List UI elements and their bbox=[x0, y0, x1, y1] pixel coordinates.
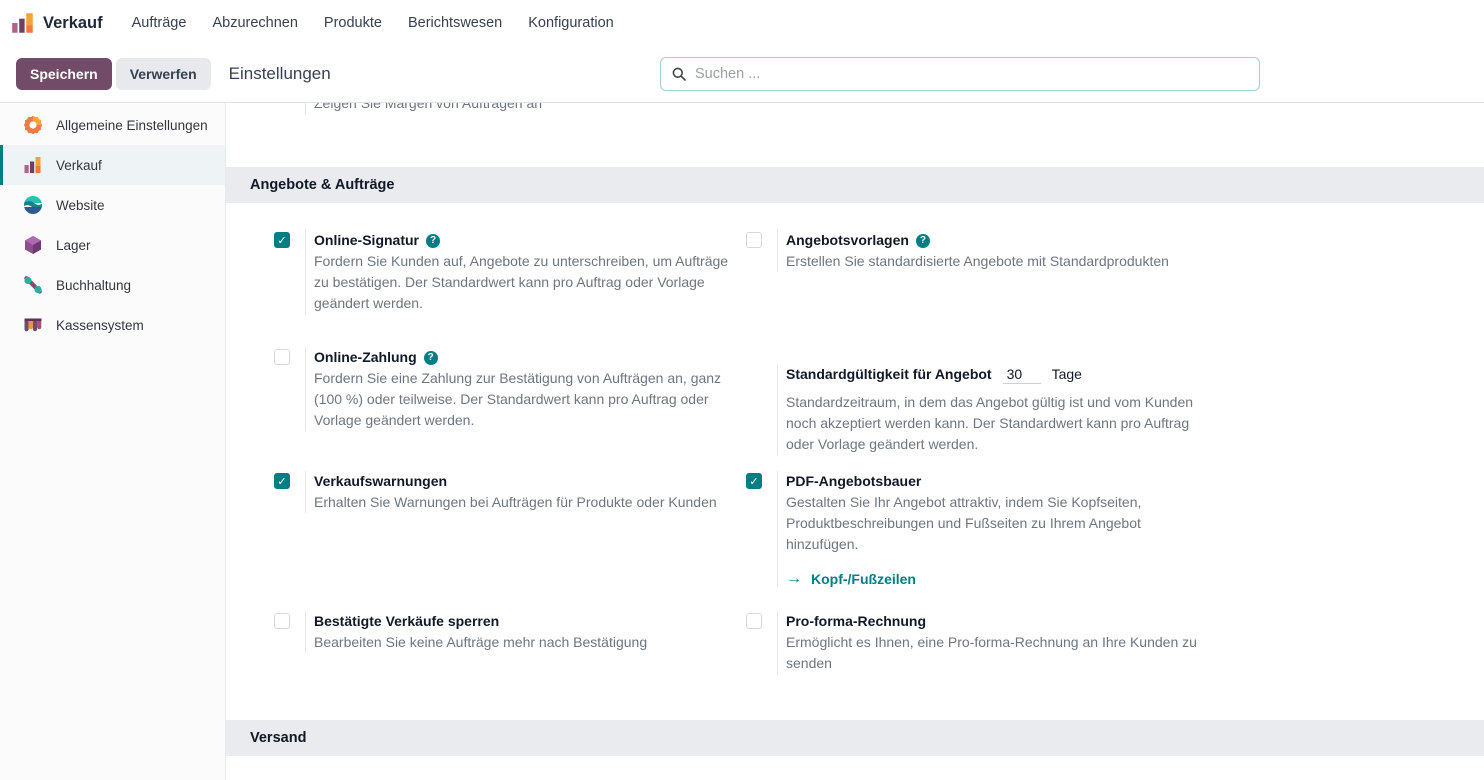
pdf-angebotsbauer-checkbox[interactable]: ✓ bbox=[746, 473, 762, 489]
setting-description: Fordern Sie eine Zahlung zur Bestätigung… bbox=[314, 368, 734, 431]
verkaeufe-sperren-checkbox[interactable]: ✓ bbox=[274, 613, 290, 629]
sidebar-item-buchhaltung[interactable]: Buchhaltung bbox=[0, 265, 225, 305]
sidebar-item-label: Lager bbox=[56, 238, 91, 253]
section-header-angebote-auftraege: Angebote & Aufträge bbox=[226, 167, 1484, 203]
validity-unit-label: Tage bbox=[1052, 364, 1082, 385]
sidebar-item-label: Buchhaltung bbox=[56, 278, 131, 293]
sidebar-item-allgemeine-einstellungen[interactable]: Allgemeine Einstellungen bbox=[0, 105, 225, 145]
nav-item-auftraege[interactable]: Aufträge bbox=[119, 0, 200, 46]
setting-description: Gestalten Sie Ihr Angebot attraktiv, ind… bbox=[786, 492, 1206, 555]
accounting-percent-icon bbox=[23, 275, 43, 295]
general-settings-gear-icon bbox=[23, 115, 43, 135]
settings-grid: ✓ Online-Signatur ? Fordern Sie Kunden a… bbox=[226, 230, 1484, 720]
sidebar-item-label: Verkauf bbox=[56, 158, 102, 173]
nav-item-berichtswesen[interactable]: Berichtswesen bbox=[395, 0, 515, 46]
setting-description: Ermöglicht es Ihnen, eine Pro-forma-Rech… bbox=[786, 632, 1206, 674]
right-arrow-icon: → bbox=[786, 571, 802, 587]
search-icon bbox=[671, 66, 687, 82]
clipped-setting-description: Zeigen Sie Margen von Aufträgen an bbox=[305, 103, 1484, 114]
sidebar-item-kassensystem[interactable]: Kassensystem bbox=[0, 305, 225, 345]
angebotsvorlagen-checkbox[interactable]: ✓ bbox=[746, 232, 762, 248]
setting-pdf-angebotsbauer: ✓ PDF-Angebotsbauer Gestalten Sie Ihr An… bbox=[734, 471, 1206, 611]
save-button[interactable]: Speichern bbox=[16, 58, 112, 90]
top-nav-bar: Verkauf Aufträge Abzurechnen Produkte Be… bbox=[0, 0, 1484, 46]
setting-label: PDF-Angebotsbauer bbox=[786, 471, 921, 492]
setting-label: Online-Zahlung bbox=[314, 347, 417, 368]
setting-proforma-rechnung: ✓ Pro-forma-Rechnung Ermöglicht es Ihnen… bbox=[734, 611, 1206, 720]
nav-item-abzurechnen[interactable]: Abzurechnen bbox=[199, 0, 310, 46]
nav-item-produkte[interactable]: Produkte bbox=[311, 0, 395, 46]
control-panel: Speichern Verwerfen Einstellungen bbox=[0, 46, 1484, 103]
sidebar-item-lager[interactable]: Lager bbox=[0, 225, 225, 265]
setting-label: Standardgültigkeit für Angebot bbox=[786, 364, 992, 385]
setting-label: Online-Signatur bbox=[314, 230, 419, 251]
setting-description: Bearbeiten Sie keine Aufträge mehr nach … bbox=[314, 632, 734, 653]
search-input[interactable] bbox=[695, 66, 1249, 82]
help-icon[interactable]: ? bbox=[426, 234, 440, 248]
sidebar-item-website[interactable]: Website bbox=[0, 185, 225, 225]
verkaufswarnungen-checkbox[interactable]: ✓ bbox=[274, 473, 290, 489]
help-icon[interactable]: ? bbox=[916, 234, 930, 248]
setting-online-zahlung: ✓ Online-Zahlung ? Fordern Sie eine Zahl… bbox=[262, 347, 734, 471]
nav-item-konfiguration[interactable]: Konfiguration bbox=[515, 0, 626, 46]
app-name[interactable]: Verkauf bbox=[43, 14, 103, 33]
setting-description: Erstellen Sie standardisierte Angebote m… bbox=[786, 251, 1206, 272]
settings-sidebar: Allgemeine Einstellungen Verkauf Website bbox=[0, 103, 226, 780]
setting-label: Bestätigte Verkäufe sperren bbox=[314, 611, 499, 632]
sales-bars-icon bbox=[23, 155, 43, 175]
setting-bestaetigte-verkaeufe-sperren: ✓ Bestätigte Verkäufe sperren Bearbeiten… bbox=[262, 611, 734, 720]
sales-app-logo-icon[interactable] bbox=[10, 10, 36, 36]
setting-online-signatur: ✓ Online-Signatur ? Fordern Sie Kunden a… bbox=[262, 230, 734, 347]
online-zahlung-checkbox[interactable]: ✓ bbox=[274, 349, 290, 365]
sidebar-item-label: Kassensystem bbox=[56, 318, 144, 333]
sidebar-item-label: Allgemeine Einstellungen bbox=[56, 118, 208, 133]
setting-angebotsvorlagen: ✓ Angebotsvorlagen ? Erstellen Sie stand… bbox=[734, 230, 1206, 347]
online-signatur-checkbox[interactable]: ✓ bbox=[274, 232, 290, 248]
setting-description: Standardzeitraum, in dem das Angebot gül… bbox=[786, 392, 1206, 455]
sidebar-item-verkauf[interactable]: Verkauf bbox=[0, 145, 225, 185]
validity-days-input[interactable] bbox=[1003, 366, 1041, 384]
website-globe-icon bbox=[23, 195, 43, 215]
setting-description: Fordern Sie Kunden auf, Angebote zu unte… bbox=[314, 251, 734, 314]
setting-standardgueltigkeit: Standardgültigkeit für Angebot Tage Stan… bbox=[734, 347, 1206, 471]
link-label: Kopf-/Fußzeilen bbox=[811, 571, 916, 587]
discard-button[interactable]: Verwerfen bbox=[116, 58, 211, 90]
sidebar-item-label: Website bbox=[56, 198, 105, 213]
inventory-box-icon bbox=[23, 235, 43, 255]
proforma-checkbox[interactable]: ✓ bbox=[746, 613, 762, 629]
setting-label: Verkaufswarnungen bbox=[314, 471, 447, 492]
search-box[interactable] bbox=[660, 57, 1260, 91]
help-icon[interactable]: ? bbox=[424, 351, 438, 365]
setting-verkaufswarnungen: ✓ Verkaufswarnungen Erhalten Sie Warnung… bbox=[262, 471, 734, 611]
setting-description: Erhalten Sie Warnungen bei Aufträgen für… bbox=[314, 492, 734, 513]
page-title: Einstellungen bbox=[229, 64, 331, 84]
kopf-fusszeilen-link[interactable]: → Kopf-/Fußzeilen bbox=[786, 571, 1206, 587]
point-of-sale-awning-icon bbox=[23, 315, 43, 335]
settings-main-panel: Zeigen Sie Margen von Aufträgen an Angeb… bbox=[226, 103, 1484, 780]
setting-label: Pro-forma-Rechnung bbox=[786, 611, 926, 632]
setting-label: Angebotsvorlagen bbox=[786, 230, 909, 251]
section-header-versand: Versand bbox=[226, 720, 1484, 756]
